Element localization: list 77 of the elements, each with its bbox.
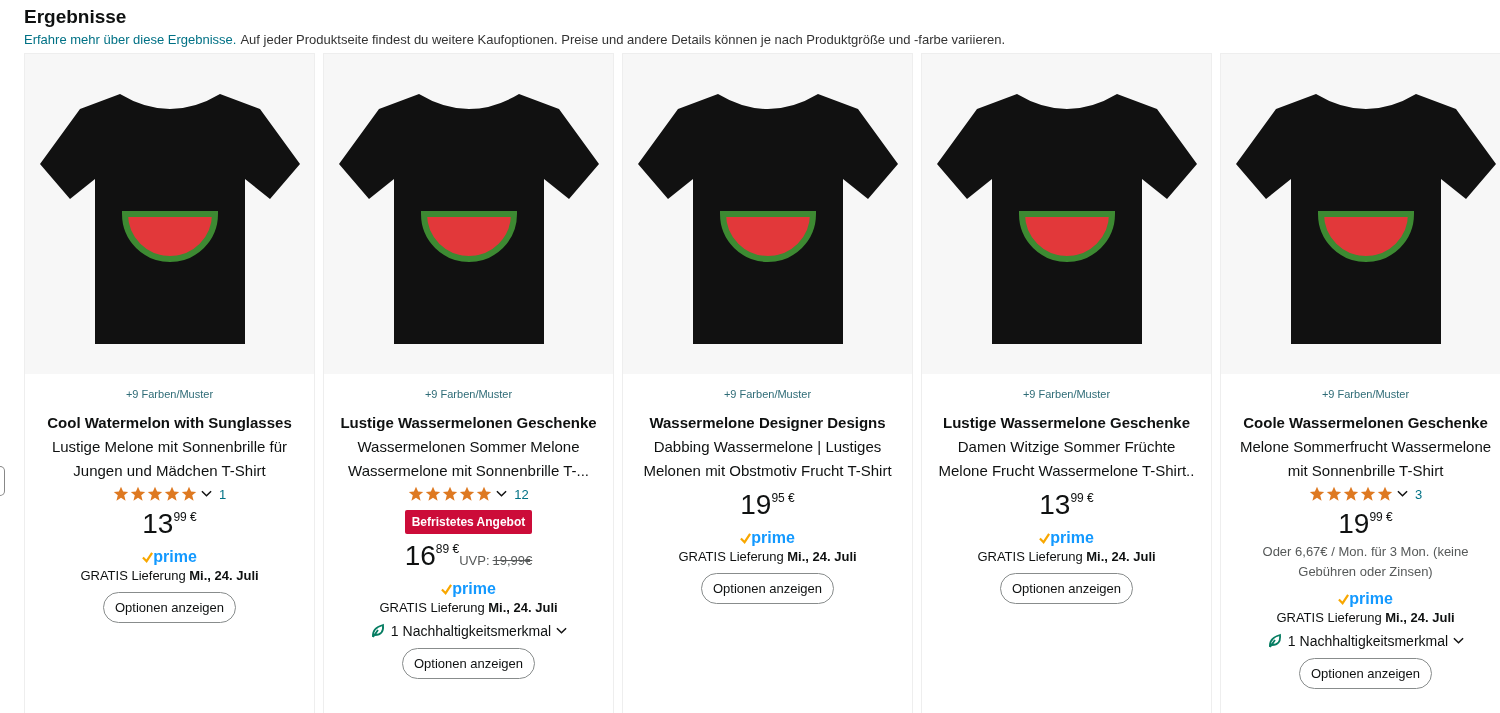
delivery-info: GRATIS Lieferung Mi., 24. Juli <box>379 600 558 615</box>
brand-name: Lustige Wassermelone Geschenke <box>942 414 1190 431</box>
results-heading: Ergebnisse <box>24 6 128 28</box>
prime-label: prime <box>452 580 496 598</box>
show-options-button[interactable]: Optionen anzeigen <box>102 592 237 623</box>
rating-count[interactable]: 1 <box>218 486 227 502</box>
chevron-down-icon[interactable] <box>496 490 508 498</box>
star-icon <box>1342 486 1359 502</box>
star-icon <box>425 486 442 502</box>
product-title[interactable]: Dabbing Wassermelone | Lustiges Melonen mit Obstmotiv Frucht T-Shirt <box>643 435 892 483</box>
show-options-button[interactable]: Optionen anzeigen <box>1298 658 1433 689</box>
learn-more-link[interactable]: Erfahre mehr über diese Ergebnisse. <box>24 32 237 47</box>
prime-label: prime <box>751 529 795 547</box>
brand-name: Cool Watermelon with Sunglasses <box>47 414 292 431</box>
star-icon <box>1359 486 1376 502</box>
star-icon <box>476 486 493 502</box>
star-icon <box>180 486 197 502</box>
deal-badge: Befristetes Angebot <box>404 510 533 534</box>
star-icon <box>1325 486 1342 502</box>
show-options-button[interactable]: Optionen anzeigen <box>700 573 835 604</box>
list-price: 19,99€ <box>492 553 533 568</box>
prime-label: prime <box>153 548 197 566</box>
brand-name: Wassermelone Designer Designs <box>649 414 886 431</box>
price: 13$^{99 €}$ <box>1039 489 1094 521</box>
star-icon <box>146 486 163 502</box>
star-icon <box>129 486 146 502</box>
chevron-down-icon[interactable] <box>1396 490 1408 498</box>
brand-name: Coole Wassermelonen Geschenke <box>1243 414 1488 431</box>
color-variants-link[interactable]: +9 Farben/Muster <box>1321 388 1410 400</box>
price: 16$^{89 €}$ <box>404 540 460 572</box>
color-variants-link[interactable]: +9 Farben/Muster <box>125 388 214 400</box>
carousel-previous-button[interactable] <box>0 466 5 496</box>
brand-name: Lustige Wassermelonen Geschenke <box>340 414 597 431</box>
star-rating[interactable] <box>112 486 198 502</box>
star-icon <box>163 486 180 502</box>
prime-label: prime <box>1050 529 1094 547</box>
price: 19$^{99 €}$ <box>1338 508 1393 540</box>
show-options-button[interactable]: Optionen anzeigen <box>401 648 536 679</box>
delivery-info: GRATIS Lieferung Mi., 24. Juli <box>80 568 259 583</box>
star-icon <box>1308 486 1325 502</box>
delivery-info: GRATIS Lieferung Mi., 24. Juli <box>678 549 857 564</box>
results-description: Auf jeder Produktseite findest du weitere Kaufoptionen. Preise und andere Details können je nach Produktgröße und -farbe variieren. <box>240 32 1006 47</box>
sustainability-feature[interactable]: 1 Nachhaltigkeitsmerkmal <box>1287 633 1449 649</box>
list-price-label: UVP: <box>459 553 490 568</box>
checkmark-icon <box>1039 532 1051 544</box>
star-icon <box>442 486 459 502</box>
price: 13$^{99 €}$ <box>142 508 197 540</box>
product-title[interactable]: Melone Sommerfrucht Wassermelone mit Sonnenbrille T-Shirt <box>1239 435 1492 483</box>
star-icon <box>1376 486 1393 502</box>
rating-count[interactable]: 12 <box>514 486 529 502</box>
installment-text: Oder 6,67€ / Mon. für 3 Mon. (keine Gebühren oder Zinsen) <box>1261 543 1470 581</box>
star-icon <box>408 486 425 502</box>
show-options-button[interactable]: Optionen anzeigen <box>999 573 1134 604</box>
leaf-icon <box>369 623 386 639</box>
delivery-info: GRATIS Lieferung Mi., 24. Juli <box>977 549 1156 564</box>
rating-count[interactable]: 3 <box>1414 486 1423 502</box>
chevron-down-icon[interactable] <box>556 627 568 635</box>
price: 19$^{95 €}$ <box>740 489 795 521</box>
star-icon <box>112 486 129 502</box>
product-title[interactable]: Damen Witzige Sommer Früchte Melone Frucht Wassermelone T-Shirt.. <box>938 435 1195 483</box>
chevron-down-icon[interactable] <box>200 490 212 498</box>
prime-label: prime <box>1349 590 1393 608</box>
color-variants-link[interactable]: +9 Farben/Muster <box>1022 388 1111 400</box>
leaf-icon <box>1266 633 1283 649</box>
product-title[interactable]: Wassermelonen Sommer Melone Wassermelone mit Sonnenbrille T-... <box>348 435 589 483</box>
checkmark-icon <box>441 583 453 595</box>
sustainability-feature[interactable]: 1 Nachhaltigkeitsmerkmal <box>390 623 552 639</box>
color-variants-link[interactable]: +9 Farben/Muster <box>424 388 513 400</box>
delivery-info: GRATIS Lieferung Mi., 24. Juli <box>1276 610 1455 625</box>
product-title[interactable]: Lustige Melone mit Sonnenbrille für Jungen und Mädchen T-Shirt <box>51 435 288 483</box>
checkmark-icon <box>740 532 752 544</box>
star-rating[interactable] <box>1308 486 1394 502</box>
star-icon <box>459 486 476 502</box>
chevron-down-icon[interactable] <box>1453 637 1465 645</box>
checkmark-icon <box>1338 593 1350 605</box>
checkmark-icon <box>142 551 154 563</box>
color-variants-link[interactable]: +9 Farben/Muster <box>723 388 812 400</box>
